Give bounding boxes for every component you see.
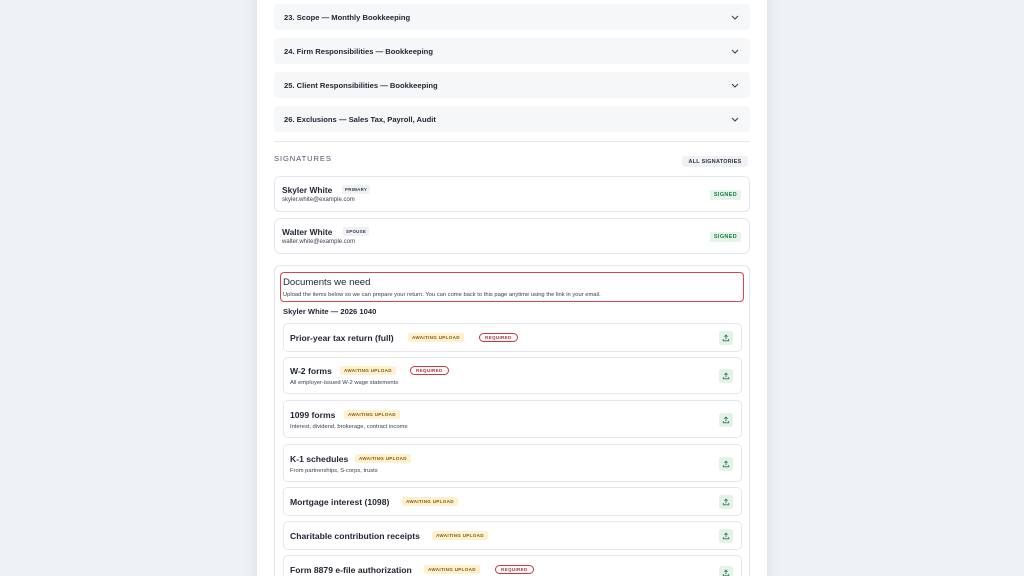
signed-status-badge: SIGNED — [709, 232, 741, 242]
document-name: Charitable contribution receipts — [290, 531, 420, 541]
upload-button[interactable] — [719, 566, 733, 576]
signer-name: Walter White — [282, 227, 333, 237]
upload-button[interactable] — [719, 495, 733, 509]
document-description: Interest, dividend, brokerage, contract … — [290, 424, 408, 430]
document-description: All employer-issued W-2 wage statements — [290, 380, 399, 386]
accordion-item-label: 25. Client Responsibilities — Bookkeepin… — [284, 80, 438, 90]
upload-button[interactable] — [719, 413, 733, 427]
document-name: Mortgage interest (1098) — [290, 497, 390, 507]
document-name: Form 8879 e-file authorization — [290, 565, 412, 575]
chevron-down-icon — [730, 12, 740, 22]
awaiting-upload-badge: AWAITING UPLOAD — [355, 454, 411, 463]
awaiting-upload-badge: AWAITING UPLOAD — [402, 497, 458, 506]
upload-icon — [722, 498, 730, 506]
accordion-item-client-responsibilities[interactable]: 25. Client Responsibilities — Bookkeepin… — [274, 72, 750, 98]
document-item-prior-year-return: Prior-year tax return (full) AWAITING UP… — [283, 323, 742, 352]
accordion-item-label: 26. Exclusions — Sales Tax, Payroll, Aud… — [284, 114, 436, 124]
document-item-1099: 1099 forms AWAITING UPLOAD Interest, div… — [283, 400, 742, 438]
accordion-item-exclusions[interactable]: 26. Exclusions — Sales Tax, Payroll, Aud… — [274, 106, 750, 132]
accordion-item-firm-responsibilities[interactable]: 24. Firm Responsibilities — Bookkeeping — [274, 38, 750, 64]
document-item-k1: K-1 schedules AWAITING UPLOAD From partn… — [283, 444, 742, 482]
upload-icon — [722, 460, 730, 468]
upload-button[interactable] — [719, 457, 733, 471]
document-item-w2: W-2 forms AWAITING UPLOAD REQUIRED All e… — [283, 357, 742, 394]
upload-icon — [722, 372, 730, 380]
document-name: W-2 forms — [290, 366, 332, 376]
accordion-item-scope[interactable]: 23. Scope — Monthly Bookkeeping — [274, 4, 750, 30]
document-item-charitable-receipts: Charitable contribution receipts AWAITIN… — [283, 521, 742, 550]
accordion-item-label: 24. Firm Responsibilities — Bookkeeping — [284, 46, 433, 56]
upload-button[interactable] — [719, 369, 733, 383]
signature-card-spouse: Walter White SPOUSE walter.white@example… — [274, 218, 750, 254]
all-signatories-button[interactable]: ALL SIGNATORIES — [682, 156, 748, 167]
accordion-item-label: 23. Scope — Monthly Bookkeeping — [284, 12, 411, 22]
signature-card-primary: Skyler White PRIMARY skyler.white@exampl… — [274, 176, 750, 212]
chevron-down-icon — [730, 46, 740, 56]
upload-icon — [722, 416, 730, 424]
document-name: 1099 forms — [290, 410, 336, 420]
document-name: Prior-year tax return (full) — [290, 333, 394, 343]
awaiting-upload-badge: AWAITING UPLOAD — [344, 410, 400, 419]
signer-email: walter.white@example.com — [282, 239, 356, 245]
upload-icon — [722, 334, 730, 342]
awaiting-upload-badge: AWAITING UPLOAD — [424, 565, 480, 574]
upload-icon — [722, 532, 730, 540]
signatures-section-label: SIGNATURES — [274, 154, 332, 163]
upload-button[interactable] — [719, 529, 733, 543]
documents-heading: Documents we need — [283, 277, 371, 288]
signer-email: skyler.white@example.com — [282, 197, 355, 203]
signer-role-badge: PRIMARY — [342, 185, 371, 194]
chevron-down-icon — [730, 114, 740, 124]
section-divider — [274, 141, 750, 142]
document-description: From partnerships, S-corps, trusts — [290, 468, 378, 474]
upload-button[interactable] — [719, 331, 733, 345]
chevron-down-icon — [730, 80, 740, 90]
awaiting-upload-badge: AWAITING UPLOAD — [340, 366, 396, 375]
document-item-form-8879: Form 8879 e-file authorization AWAITING … — [283, 555, 742, 576]
required-badge: REQUIRED — [410, 366, 449, 375]
document-item-mortgage-interest: Mortgage interest (1098) AWAITING UPLOAD — [283, 487, 742, 516]
upload-icon — [722, 569, 730, 576]
awaiting-upload-badge: AWAITING UPLOAD — [432, 531, 488, 540]
documents-intro: Upload the items below so we can prepare… — [283, 292, 601, 298]
taxpayer-return-label: Skyler White — 2026 1040 — [283, 307, 377, 316]
signed-status-badge: SIGNED — [709, 190, 741, 200]
required-badge: REQUIRED — [495, 565, 534, 574]
awaiting-upload-badge: AWAITING UPLOAD — [408, 333, 464, 342]
signer-name: Skyler White — [282, 185, 333, 195]
documents-header-highlight: Documents we need Upload the items below… — [280, 272, 744, 302]
document-name: K-1 schedules — [290, 454, 349, 464]
required-badge: REQUIRED — [479, 333, 518, 342]
signer-role-badge: SPOUSE — [343, 227, 370, 236]
